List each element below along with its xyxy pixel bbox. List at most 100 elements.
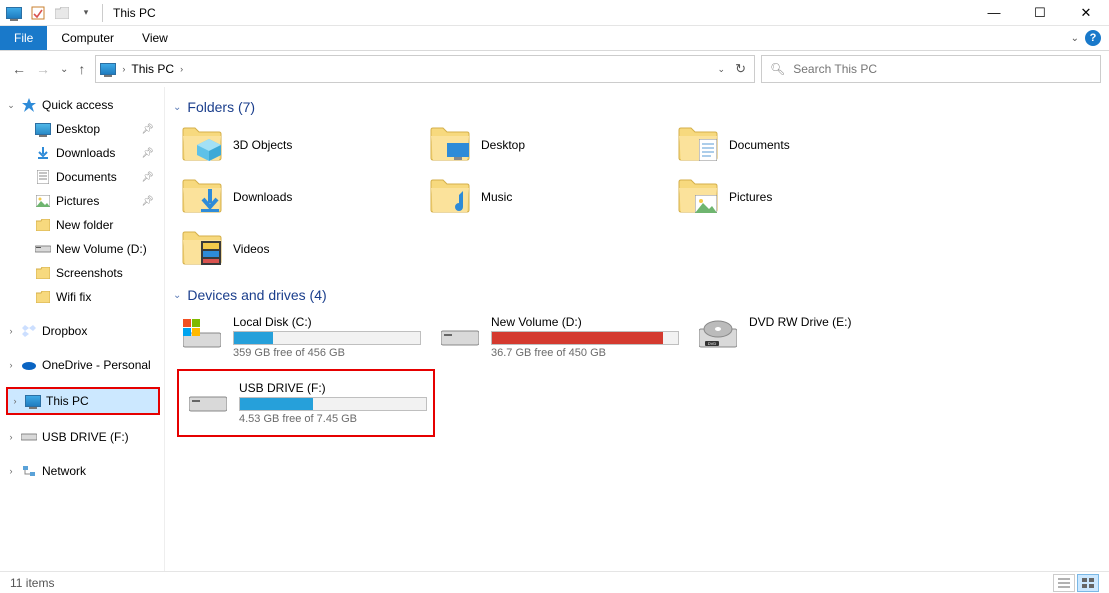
addr-history-dropdown[interactable]: ⌄ (718, 64, 726, 75)
tree-desktop[interactable]: Desktop 📌︎ (0, 117, 164, 141)
tree-pictures[interactable]: Pictures 📌︎ (0, 189, 164, 213)
folder-icon (34, 267, 52, 279)
tab-computer[interactable]: Computer (47, 26, 128, 50)
navigation-pane: ⌄ Quick access Desktop 📌︎ Downloads 📌︎ D… (0, 87, 165, 571)
nav-row: ← → ⌄ ↑ › This PC › ⌄ ↻ 🔍︎ (0, 51, 1109, 87)
address-bar[interactable]: › This PC › ⌄ ↻ (95, 55, 755, 83)
tab-file[interactable]: File (0, 26, 47, 50)
chevron-right-icon[interactable]: › (6, 360, 16, 370)
chevron-right-icon[interactable]: › (10, 396, 20, 406)
drives-grid: Local Disk (C:) 359 GB free of 456 GB New … (177, 309, 1103, 437)
tree-label: Desktop (56, 122, 100, 136)
quick-access-toolbar: ▾ (0, 3, 109, 23)
recent-dropdown[interactable]: ⌄ (60, 64, 68, 75)
folder-item[interactable]: Desktop (425, 121, 663, 169)
drive-icon (439, 315, 481, 355)
chevron-down-icon[interactable]: ⌄ (173, 290, 181, 301)
tree-label: Dropbox (42, 324, 87, 338)
view-large-icons-button[interactable] (1077, 574, 1099, 592)
folder-item[interactable]: Documents (673, 121, 911, 169)
drive-free-text: 4.53 GB free of 7.45 GB (239, 413, 427, 425)
chevron-right-icon[interactable]: › (6, 326, 16, 336)
tree-quick-access[interactable]: ⌄ Quick access (0, 93, 164, 117)
chevron-right-icon[interactable]: › (6, 432, 16, 442)
chevron-right-icon[interactable]: › (6, 466, 16, 476)
group-drives-header[interactable]: ⌄ Devices and drives (4) (173, 287, 1103, 303)
folder-name: Videos (233, 242, 269, 256)
addr-pc-icon (100, 63, 116, 75)
tree-label: This PC (46, 394, 89, 408)
tree-new-volume-d[interactable]: New Volume (D:) (0, 237, 164, 261)
maximize-button[interactable]: ☐ (1017, 0, 1063, 26)
onedrive-icon (20, 360, 38, 370)
folder-name: 3D Objects (233, 138, 292, 152)
drive-name: New Volume (D:) (491, 315, 679, 329)
tree-label: Wifi fix (56, 290, 91, 304)
back-button[interactable]: ← (12, 61, 26, 77)
folder-item[interactable]: Videos (177, 225, 415, 273)
minimize-button[interactable]: — (971, 0, 1017, 26)
tree-this-pc[interactable]: › This PC (8, 389, 158, 413)
chevron-right-icon[interactable]: › (122, 64, 125, 74)
group-folders-header[interactable]: ⌄ Folders (7) (173, 99, 1103, 115)
breadcrumb[interactable]: This PC (131, 62, 174, 76)
chevron-down-icon[interactable]: ⌄ (6, 100, 16, 111)
drive-free-text: 359 GB free of 456 GB (233, 347, 421, 359)
drive-item[interactable]: USB DRIVE (F:)4.53 GB free of 7.45 GB (183, 375, 431, 431)
forward-button[interactable]: → (36, 61, 50, 77)
search-box[interactable]: 🔍︎ (761, 55, 1101, 83)
status-bar: 11 items (0, 571, 1109, 593)
tree-usb-drive[interactable]: › USB DRIVE (F:) (0, 425, 164, 449)
capacity-bar (239, 397, 427, 411)
tree-new-folder[interactable]: New folder (0, 213, 164, 237)
drive-icon: DVD (697, 315, 739, 355)
svg-text:DVD: DVD (708, 341, 717, 346)
help-icon[interactable]: ? (1085, 30, 1101, 46)
drive-item[interactable]: Local Disk (C:) 359 GB free of 456 GB (177, 309, 425, 365)
tree-onedrive[interactable]: › OneDrive - Personal (0, 353, 164, 377)
folder-item[interactable]: Pictures (673, 173, 911, 221)
folder-name: Documents (729, 138, 790, 152)
chevron-down-icon[interactable]: ⌄ (173, 102, 181, 113)
folder-name: Downloads (233, 190, 292, 204)
qat-properties[interactable] (28, 3, 48, 23)
app-icon[interactable] (4, 3, 24, 23)
folder-name: Music (481, 190, 512, 204)
drive-item[interactable]: DVDDVD RW Drive (E:) (693, 309, 941, 365)
content-pane: ⌄ Folders (7) 3D Objects Desktop Documen… (165, 87, 1109, 571)
refresh-button[interactable]: ↻ (735, 61, 746, 77)
drive-icon (20, 432, 38, 442)
close-button[interactable]: ✕ (1063, 0, 1109, 26)
folder-item[interactable]: 3D Objects (177, 121, 415, 169)
drive-icon (187, 381, 229, 421)
folder-item[interactable]: Music (425, 173, 663, 221)
tree-network[interactable]: › Network (0, 459, 164, 483)
documents-icon (34, 170, 52, 184)
qat-new-folder[interactable] (52, 3, 72, 23)
pin-icon: 📌︎ (141, 172, 154, 183)
desktop-icon (34, 123, 52, 135)
pin-icon: 📌︎ (141, 148, 154, 159)
tree-wifi-fix[interactable]: Wifi fix (0, 285, 164, 309)
tree-label: Quick access (42, 98, 113, 112)
group-title: Devices and drives (4) (187, 287, 326, 303)
tree-downloads[interactable]: Downloads 📌︎ (0, 141, 164, 165)
up-button[interactable]: ↑ (78, 61, 85, 77)
ribbon-expand-icon[interactable]: ⌄ (1071, 33, 1079, 44)
chevron-right-icon[interactable]: › (180, 64, 183, 74)
qat-customize[interactable]: ▾ (76, 3, 96, 23)
drive-item[interactable]: New Volume (D:)36.7 GB free of 450 GB (435, 309, 683, 365)
separator (102, 4, 103, 22)
folder-item[interactable]: Downloads (177, 173, 415, 221)
drive-name: Local Disk (C:) (233, 315, 421, 329)
downloads-icon (34, 146, 52, 160)
view-details-button[interactable] (1053, 574, 1075, 592)
search-input[interactable] (793, 62, 1092, 76)
tree-dropbox[interactable]: › Dropbox (0, 319, 164, 343)
tree-label: Pictures (56, 194, 99, 208)
window-controls: — ☐ ✕ (971, 0, 1109, 26)
tree-label: Screenshots (56, 266, 123, 280)
tree-screenshots[interactable]: Screenshots (0, 261, 164, 285)
tree-documents[interactable]: Documents 📌︎ (0, 165, 164, 189)
tab-view[interactable]: View (128, 26, 182, 50)
